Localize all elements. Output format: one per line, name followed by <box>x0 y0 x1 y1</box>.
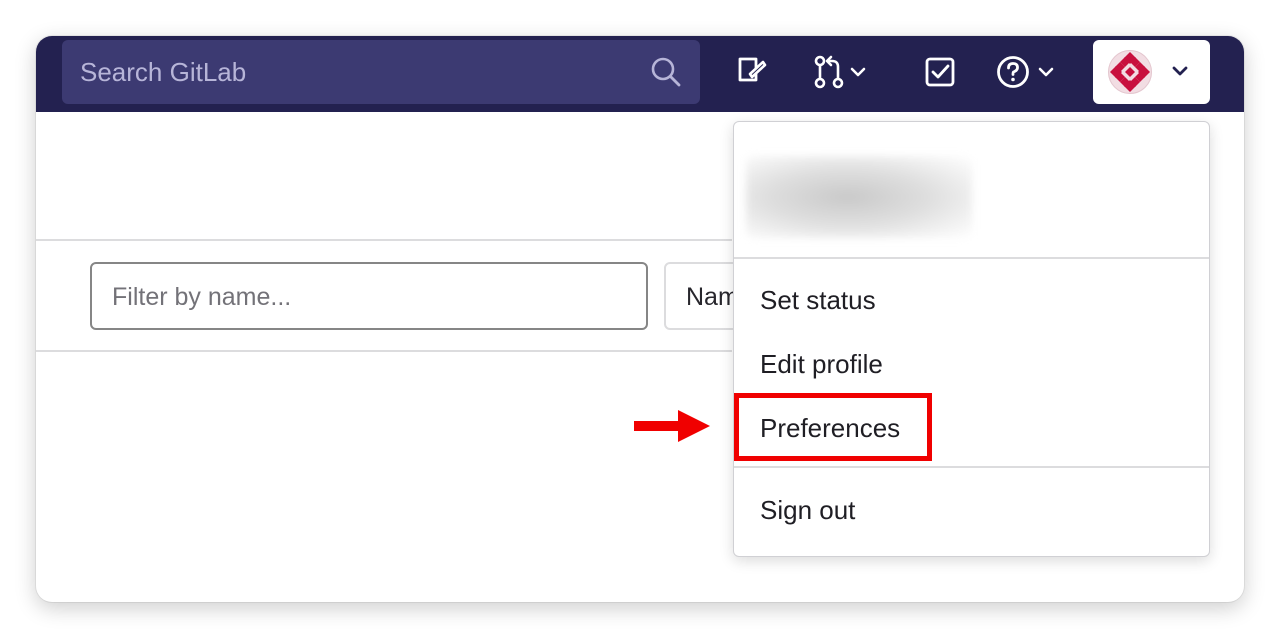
help-icon <box>997 56 1029 88</box>
search-icon[interactable] <box>650 56 682 88</box>
section-divider <box>36 350 732 352</box>
annotation-arrow-icon <box>634 410 710 442</box>
menu-divider <box>734 257 1209 259</box>
search-box[interactable]: Search GitLab <box>62 40 700 104</box>
merge-request-icon <box>814 55 844 89</box>
menu-item-edit-profile[interactable]: Edit profile <box>760 349 883 379</box>
menu-item-set-status[interactable]: Set status <box>760 285 876 315</box>
chevron-down-icon <box>1172 66 1188 76</box>
section-divider <box>36 239 732 241</box>
filter-placeholder: Filter by name... <box>112 283 292 311</box>
user-dropdown-menu: Set status Edit profile Preferences Sign… <box>733 121 1210 557</box>
menu-item-sign-out[interactable]: Sign out <box>760 495 855 525</box>
preferences-highlight-box <box>734 393 932 461</box>
todo-button[interactable] <box>923 54 957 90</box>
user-menu-toggle[interactable] <box>1093 40 1210 104</box>
app-window: Search GitLab Filter by name... Name Set… <box>36 36 1244 602</box>
filter-by-name-input[interactable]: Filter by name... <box>90 262 648 330</box>
menu-divider <box>734 466 1209 468</box>
user-info-redacted <box>746 156 972 238</box>
todo-icon <box>925 57 955 87</box>
avatar <box>1108 50 1152 94</box>
top-navbar: Search GitLab <box>36 36 1244 112</box>
chevron-down-icon <box>1038 67 1054 77</box>
merge-requests-button[interactable] <box>812 54 868 90</box>
issues-button[interactable] <box>734 54 768 90</box>
issues-icon <box>738 57 767 82</box>
chevron-down-icon <box>850 67 866 77</box>
help-button[interactable] <box>995 54 1057 90</box>
search-placeholder: Search GitLab <box>80 57 247 87</box>
